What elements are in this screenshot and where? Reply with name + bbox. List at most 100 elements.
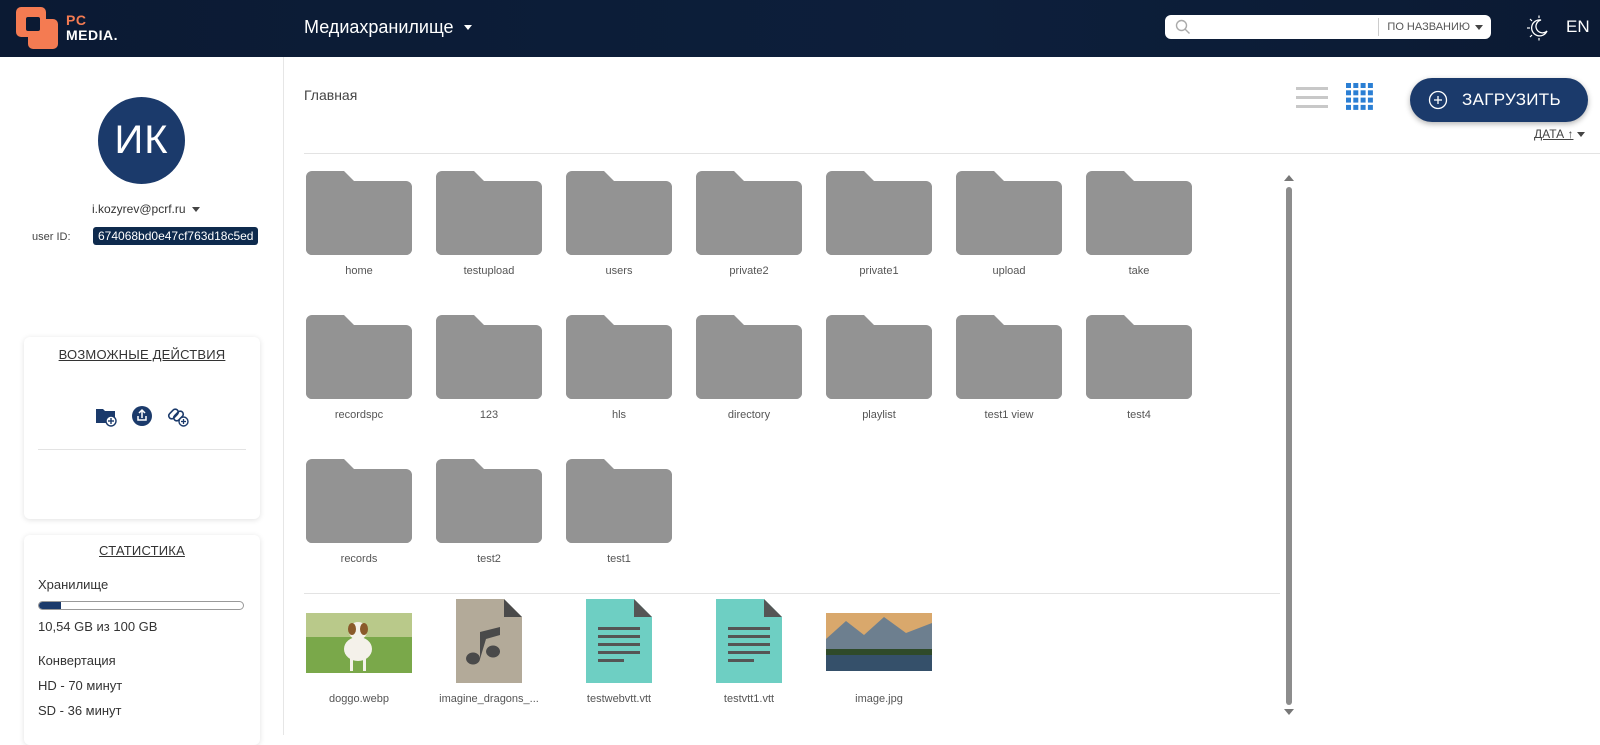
scroll-thumb[interactable] [1286, 187, 1292, 705]
file-name: testwebvtt.vtt [586, 693, 652, 705]
image-thumbnail-icon [826, 613, 932, 671]
actions-card: ВОЗМОЖНЫЕ ДЕЙСТВИЯ [24, 337, 260, 519]
folder-icon [566, 171, 672, 255]
folder-item[interactable]: testupload [436, 171, 542, 277]
logo[interactable]: PC MEDIA. [14, 4, 134, 52]
folder-item[interactable]: users [566, 171, 672, 277]
folder-name: records [340, 553, 378, 565]
folder-name: 123 [479, 409, 499, 421]
language-switch[interactable]: EN [1566, 17, 1590, 37]
link-add-icon[interactable] [167, 405, 189, 427]
folder-item[interactable]: upload [956, 171, 1062, 277]
actions-row [24, 405, 260, 427]
upload-share-icon[interactable] [131, 405, 153, 427]
search-icon [1175, 19, 1190, 34]
folder-item[interactable]: 123 [436, 315, 542, 421]
folder-icon [1086, 315, 1192, 399]
chevron-down-icon [463, 25, 472, 30]
folder-icon [306, 459, 412, 543]
text-file-icon [716, 599, 782, 683]
folder-icon [956, 171, 1062, 255]
user-id-label: user ID: [32, 231, 71, 243]
folder-item[interactable]: home [306, 171, 412, 277]
folder-name: test1 [607, 553, 631, 565]
section-dropdown[interactable]: Медиахранилище [304, 17, 472, 38]
search-bar: ПО НАЗВАНИЮ [1165, 15, 1491, 39]
text-file-icon [586, 599, 652, 683]
file-item[interactable]: imagine_dragons_... [436, 599, 542, 705]
folder-name: test2 [477, 553, 501, 565]
search-sort-label: ПО НАЗВАНИЮ [1387, 21, 1470, 33]
search-input[interactable] [1191, 17, 1379, 37]
list-view-icon[interactable] [1296, 85, 1328, 111]
search-sort-select[interactable]: ПО НАЗВАНИЮ [1378, 18, 1491, 36]
folder-item[interactable]: test1 [566, 459, 672, 565]
file-item[interactable]: doggo.webp [306, 599, 412, 705]
folder-icon [306, 315, 412, 399]
folder-icon [436, 171, 542, 255]
folder-name: home [345, 265, 373, 277]
moon-icon[interactable] [1526, 15, 1552, 41]
folder-item[interactable]: private2 [696, 171, 802, 277]
scroll-down-arrow[interactable] [1284, 709, 1294, 715]
folder-item[interactable]: records [306, 459, 412, 565]
sort-date-dropdown[interactable]: ДАТА ↑ [1534, 127, 1586, 141]
folder-name: private2 [729, 265, 769, 277]
folder-icon [956, 315, 1062, 399]
folder-name: private1 [859, 265, 899, 277]
folder-item[interactable]: hls [566, 315, 672, 421]
logo-text-top: PC [66, 12, 87, 28]
folder-icon [436, 459, 542, 543]
plus-circle-icon [1428, 90, 1448, 110]
folder-item[interactable]: recordspc [306, 315, 412, 421]
upload-button[interactable]: ЗАГРУЗИТЬ [1410, 78, 1588, 122]
breadcrumb[interactable]: Главная [304, 87, 357, 103]
file-item[interactable]: testvtt1.vtt [696, 599, 802, 705]
file-name: testvtt1.vtt [723, 693, 775, 705]
folder-icon [696, 171, 802, 255]
scrollbar[interactable] [1284, 175, 1294, 715]
folder-item[interactable]: private1 [826, 171, 932, 277]
folders-files-divider [304, 593, 1280, 594]
folder-icon [566, 459, 672, 543]
top-bar: PC MEDIA. Медиахранилище ПО НАЗВАНИЮ EN [0, 0, 1600, 57]
logo-text-bottom: MEDIA. [66, 27, 118, 43]
stats-card: СТАТИСТИКА Хранилище 10,54 GB из 100 GB … [24, 535, 260, 745]
file-item[interactable]: testwebvtt.vtt [566, 599, 672, 705]
folder-item[interactable]: test1 view [956, 315, 1062, 421]
file-item[interactable]: image.jpg [826, 599, 932, 705]
scroll-up-arrow[interactable] [1284, 175, 1294, 181]
folder-name: directory [727, 409, 771, 421]
main-content: Главная ЗАГРУЗИТЬ ДАТА ↑ home testupload… [284, 57, 1600, 735]
folder-icon [696, 315, 802, 399]
folder-item[interactable]: test4 [1086, 315, 1192, 421]
hd-minutes: HD - 70 минут [38, 678, 123, 693]
folder-item[interactable]: directory [696, 315, 802, 421]
folder-icon [436, 315, 542, 399]
user-id-value[interactable]: 674068bd0e47cf763d18c5ed [93, 227, 259, 245]
audio-file-icon [456, 599, 522, 683]
grid-view-icon[interactable] [1346, 83, 1374, 111]
folder-name: users [605, 265, 633, 277]
folder-icon [1086, 171, 1192, 255]
image-thumbnail-icon [306, 613, 412, 673]
actions-title: ВОЗМОЖНЫЕ ДЕЙСТВИЯ [58, 347, 226, 362]
folder-name: upload [992, 265, 1026, 277]
folder-icon [566, 315, 672, 399]
storage-progress-fill [39, 602, 61, 609]
folder-name: take [1128, 265, 1150, 277]
conversion-label: Конвертация [38, 653, 116, 668]
storage-value: 10,54 GB из 100 GB [38, 619, 158, 634]
sort-date-label: ДАТА ↑ [1534, 127, 1574, 141]
file-name: imagine_dragons_... [439, 693, 539, 705]
stats-title: СТАТИСТИКА [99, 543, 185, 558]
chevron-down-icon [191, 206, 200, 212]
user-menu[interactable]: i.kozyrev@pcrf.ru [92, 202, 200, 216]
folder-add-icon[interactable] [95, 405, 117, 427]
folder-item[interactable]: test2 [436, 459, 542, 565]
sidebar: ИК i.kozyrev@pcrf.ru user ID: 674068bd0e… [0, 57, 284, 745]
folder-name: playlist [862, 409, 896, 421]
folder-item[interactable]: playlist [826, 315, 932, 421]
folder-item[interactable]: take [1086, 171, 1192, 277]
chevron-down-icon [1577, 131, 1586, 137]
